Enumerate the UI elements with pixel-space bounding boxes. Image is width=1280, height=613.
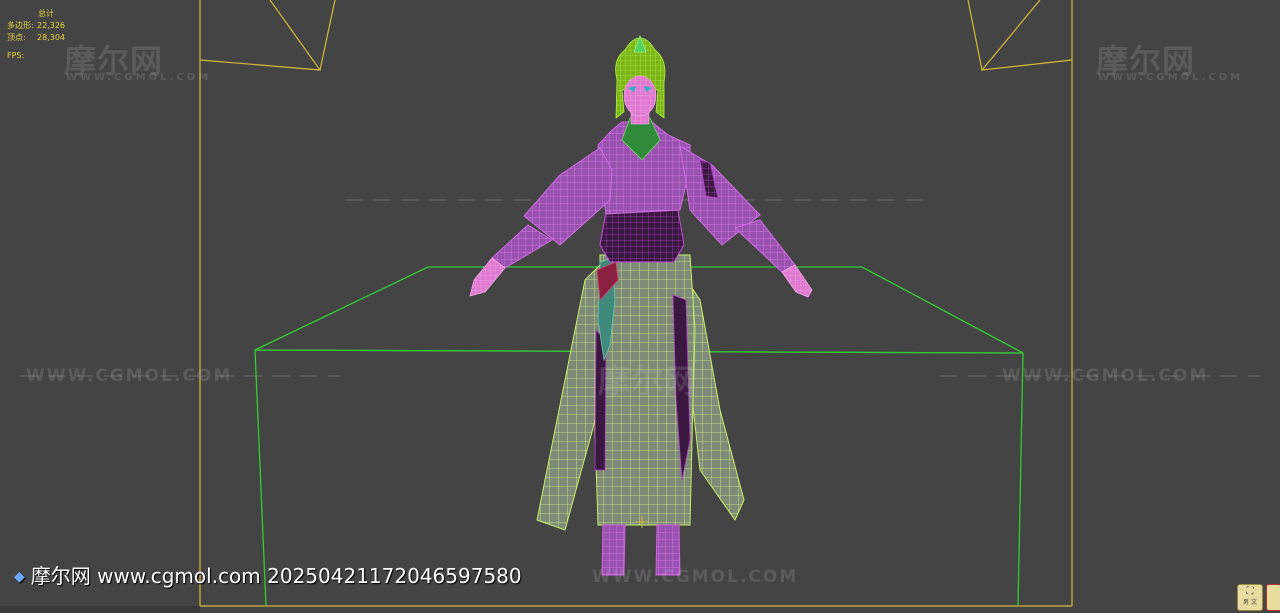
character-wireframe [469, 34, 813, 576]
camera-cone-right [980, 0, 1073, 71]
stats-vertices-value: 28,304 [37, 33, 65, 42]
viewport-scene [20, 0, 1260, 607]
left-hand [469, 257, 506, 297]
stats-polygons: 多边形: 22,326 [7, 20, 65, 32]
camera-cone-left [199, 0, 322, 71]
view-cube-icon: ⛶ [1246, 586, 1254, 597]
watermark-logo-center: 摩尔网 [598, 362, 698, 400]
viewport-bottom-strip [0, 606, 200, 613]
right-forearm [734, 219, 796, 273]
camera-cone-right-b [967, 0, 983, 71]
site-stamp-text: 摩尔网 www.cgmol.com 20250421172046597580 [30, 564, 522, 588]
camera-cone-left-b [319, 0, 336, 71]
stats-polygons-value: 22,326 [37, 21, 65, 30]
stats-vertices-label: 顶点: [7, 33, 26, 42]
stats-polygons-label: 多边形: [7, 21, 34, 30]
watermark-logo-right-sub: WWW.CGMOL.COM [1098, 72, 1244, 83]
site-stamp: ◆ 摩尔网 www.cgmol.com 20250421172046597580 [14, 560, 522, 589]
stats-fps: FPS: [7, 51, 25, 60]
watermark-url-bottom: WWW.CGMOL.COM [592, 567, 799, 587]
stats-header: 总计 [38, 9, 54, 18]
location-pin-icon: ◆ [14, 569, 25, 585]
face [623, 75, 657, 117]
watermark-url-left: WWW.CGMOL.COM [26, 366, 233, 386]
right-hand [781, 264, 813, 298]
view-cube-button[interactable]: ⛶ 男 文 [1237, 584, 1263, 611]
watermark-logo-left-sub: WWW.CGMOL.COM [66, 72, 212, 83]
view-cube-label: 男 文 [1243, 599, 1257, 606]
stats-vertices: 顶点: 28,304 [7, 32, 65, 44]
view-cube-secondary-button[interactable] [1266, 584, 1280, 611]
viewport-statistics: 总计 多边形: 22,326 顶点: 28,304 FPS: [7, 8, 65, 62]
3d-viewport[interactable]: 摩尔网 WWW.CGMOL.COM 摩尔网 WWW.CGMOL.COM WWW.… [0, 0, 1280, 613]
belt [599, 209, 685, 263]
watermark-url-right: WWW.CGMOL.COM [1002, 366, 1209, 386]
